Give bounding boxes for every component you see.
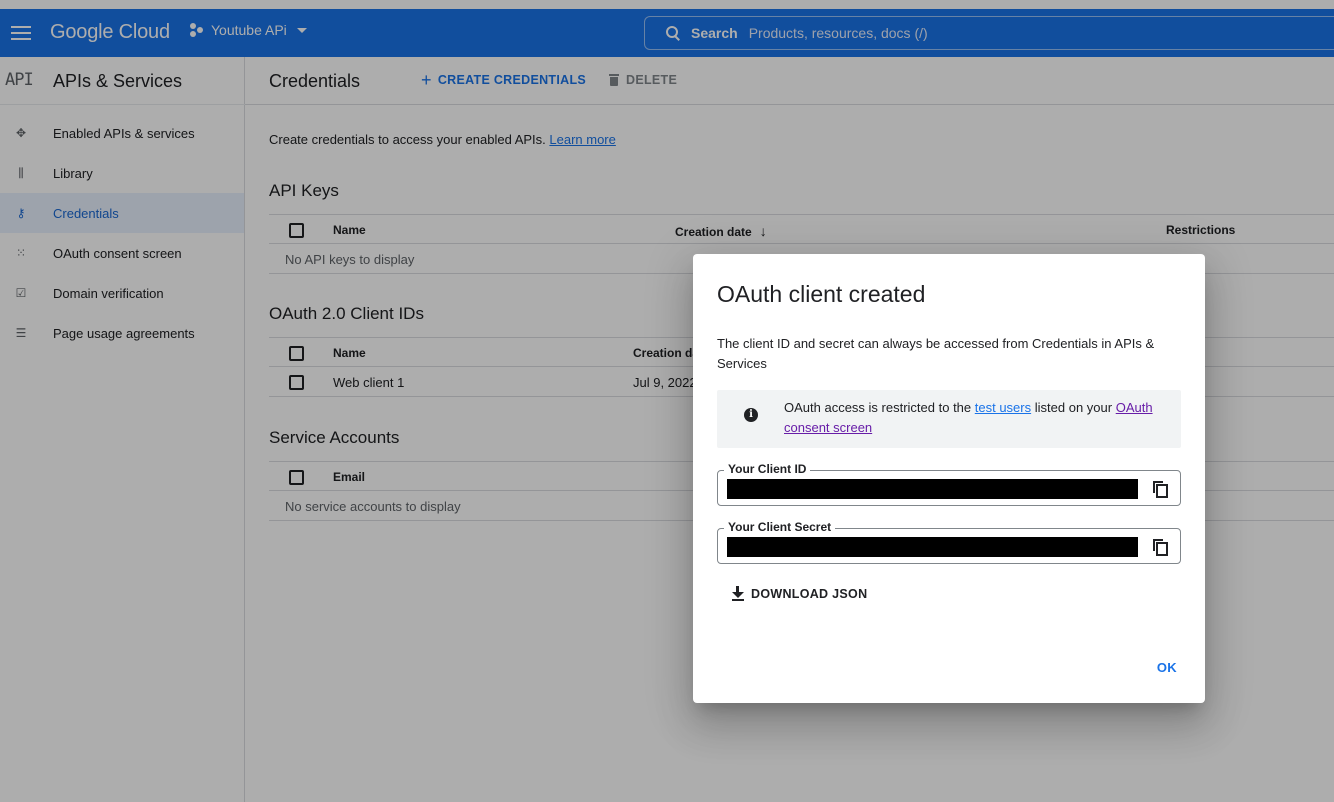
client-id-field[interactable]: Your Client ID: [717, 462, 1181, 506]
client-id-value-redacted: [727, 479, 1138, 499]
notice-text-middle: listed on your: [1034, 400, 1113, 415]
client-secret-field[interactable]: Your Client Secret: [717, 520, 1181, 564]
download-json-button[interactable]: DOWNLOAD JSON: [731, 586, 867, 602]
info-notice: i OAuth access is restricted to the test…: [717, 390, 1181, 448]
client-secret-label: Your Client Secret: [724, 520, 836, 534]
page: Google Cloud Youtube APi Search Products…: [0, 0, 1334, 802]
oauth-created-dialog: OAuth client created The client ID and s…: [693, 254, 1205, 703]
download-json-label: DOWNLOAD JSON: [751, 587, 868, 601]
copy-icon[interactable]: [1153, 481, 1168, 498]
ok-button[interactable]: OK: [1157, 660, 1177, 675]
info-icon: i: [744, 408, 758, 422]
copy-icon[interactable]: [1153, 539, 1168, 556]
download-icon: [731, 586, 745, 602]
notice-text-start: OAuth access is restricted to the: [784, 400, 972, 415]
dialog-description: The client ID and secret can always be a…: [717, 336, 1155, 371]
client-secret-value-redacted: [727, 537, 1138, 557]
notice-text: OAuth access is restricted to the test u…: [784, 398, 1164, 438]
dialog-title: OAuth client created: [717, 281, 926, 307]
test-users-link[interactable]: test users: [975, 400, 1031, 415]
client-id-label: Your Client ID: [724, 462, 811, 476]
